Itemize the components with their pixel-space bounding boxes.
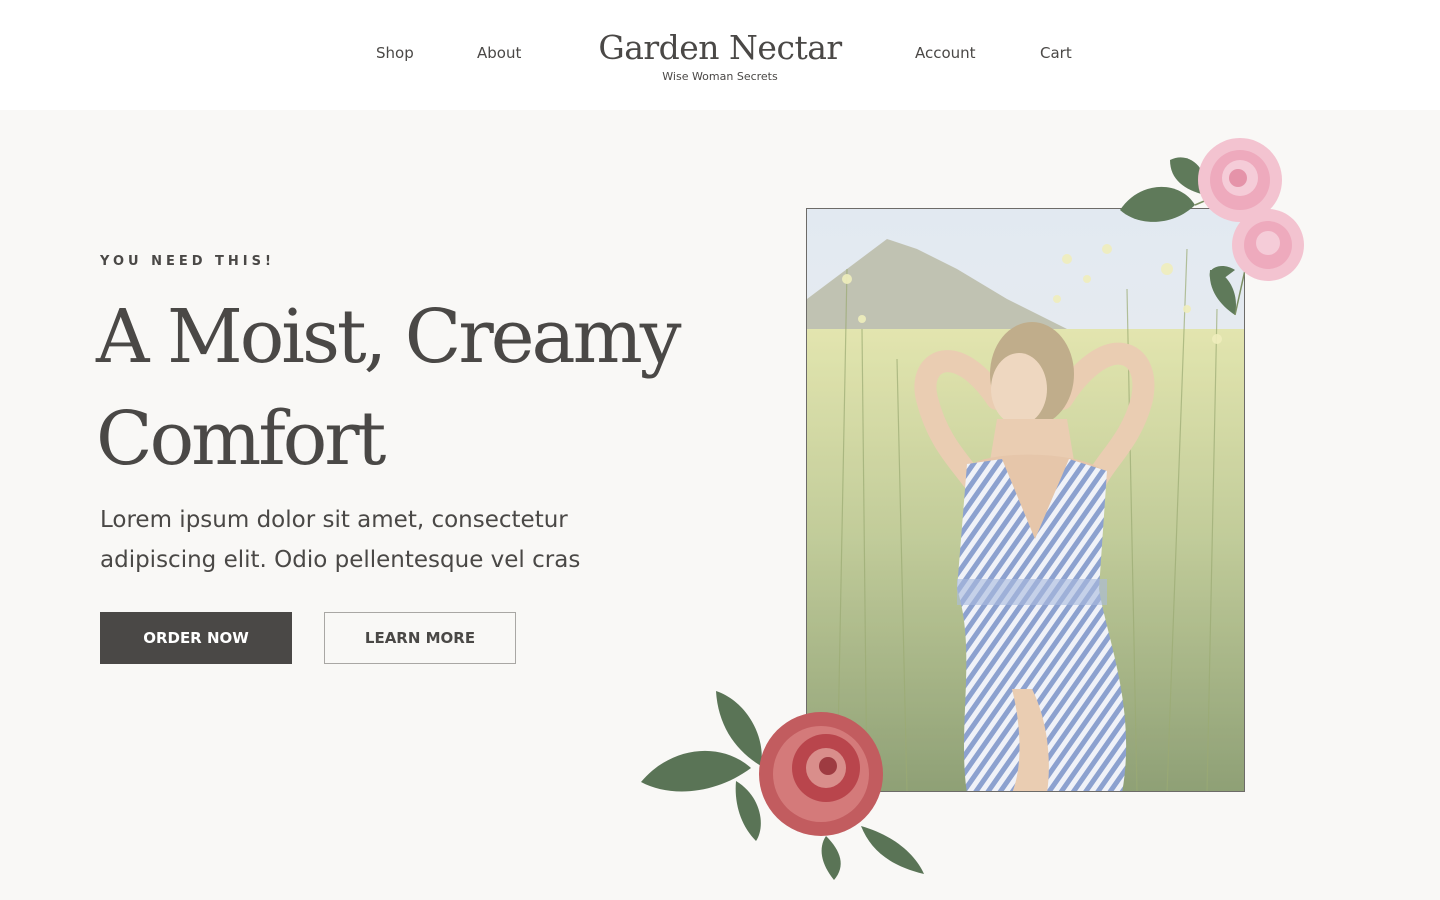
nav-account-link[interactable]: Account bbox=[915, 44, 976, 62]
learn-more-button[interactable]: LEARN MORE bbox=[324, 612, 516, 664]
nav-cart-link[interactable]: Cart bbox=[1040, 44, 1072, 62]
pink-roses-decoration bbox=[1120, 138, 1304, 316]
brand-name: Garden Nectar bbox=[598, 28, 842, 67]
hero-eyebrow: YOU NEED THIS! bbox=[100, 254, 275, 269]
site-header: Shop About Garden Nectar Wise Woman Secr… bbox=[0, 0, 1440, 110]
order-now-button[interactable]: ORDER NOW bbox=[100, 612, 292, 664]
brand-tagline: Wise Woman Secrets bbox=[662, 70, 778, 83]
hero-body-text: Lorem ipsum dolor sit amet, consectetur … bbox=[100, 507, 581, 573]
hero-headline: A Moist, Creamy Comfort bbox=[96, 294, 682, 482]
red-peony-decoration bbox=[641, 691, 924, 880]
nav-about-link[interactable]: About bbox=[477, 44, 521, 62]
brand-logo[interactable]: Garden Nectar Wise Woman Secrets bbox=[570, 28, 870, 83]
nav-shop-link[interactable]: Shop bbox=[376, 44, 414, 62]
